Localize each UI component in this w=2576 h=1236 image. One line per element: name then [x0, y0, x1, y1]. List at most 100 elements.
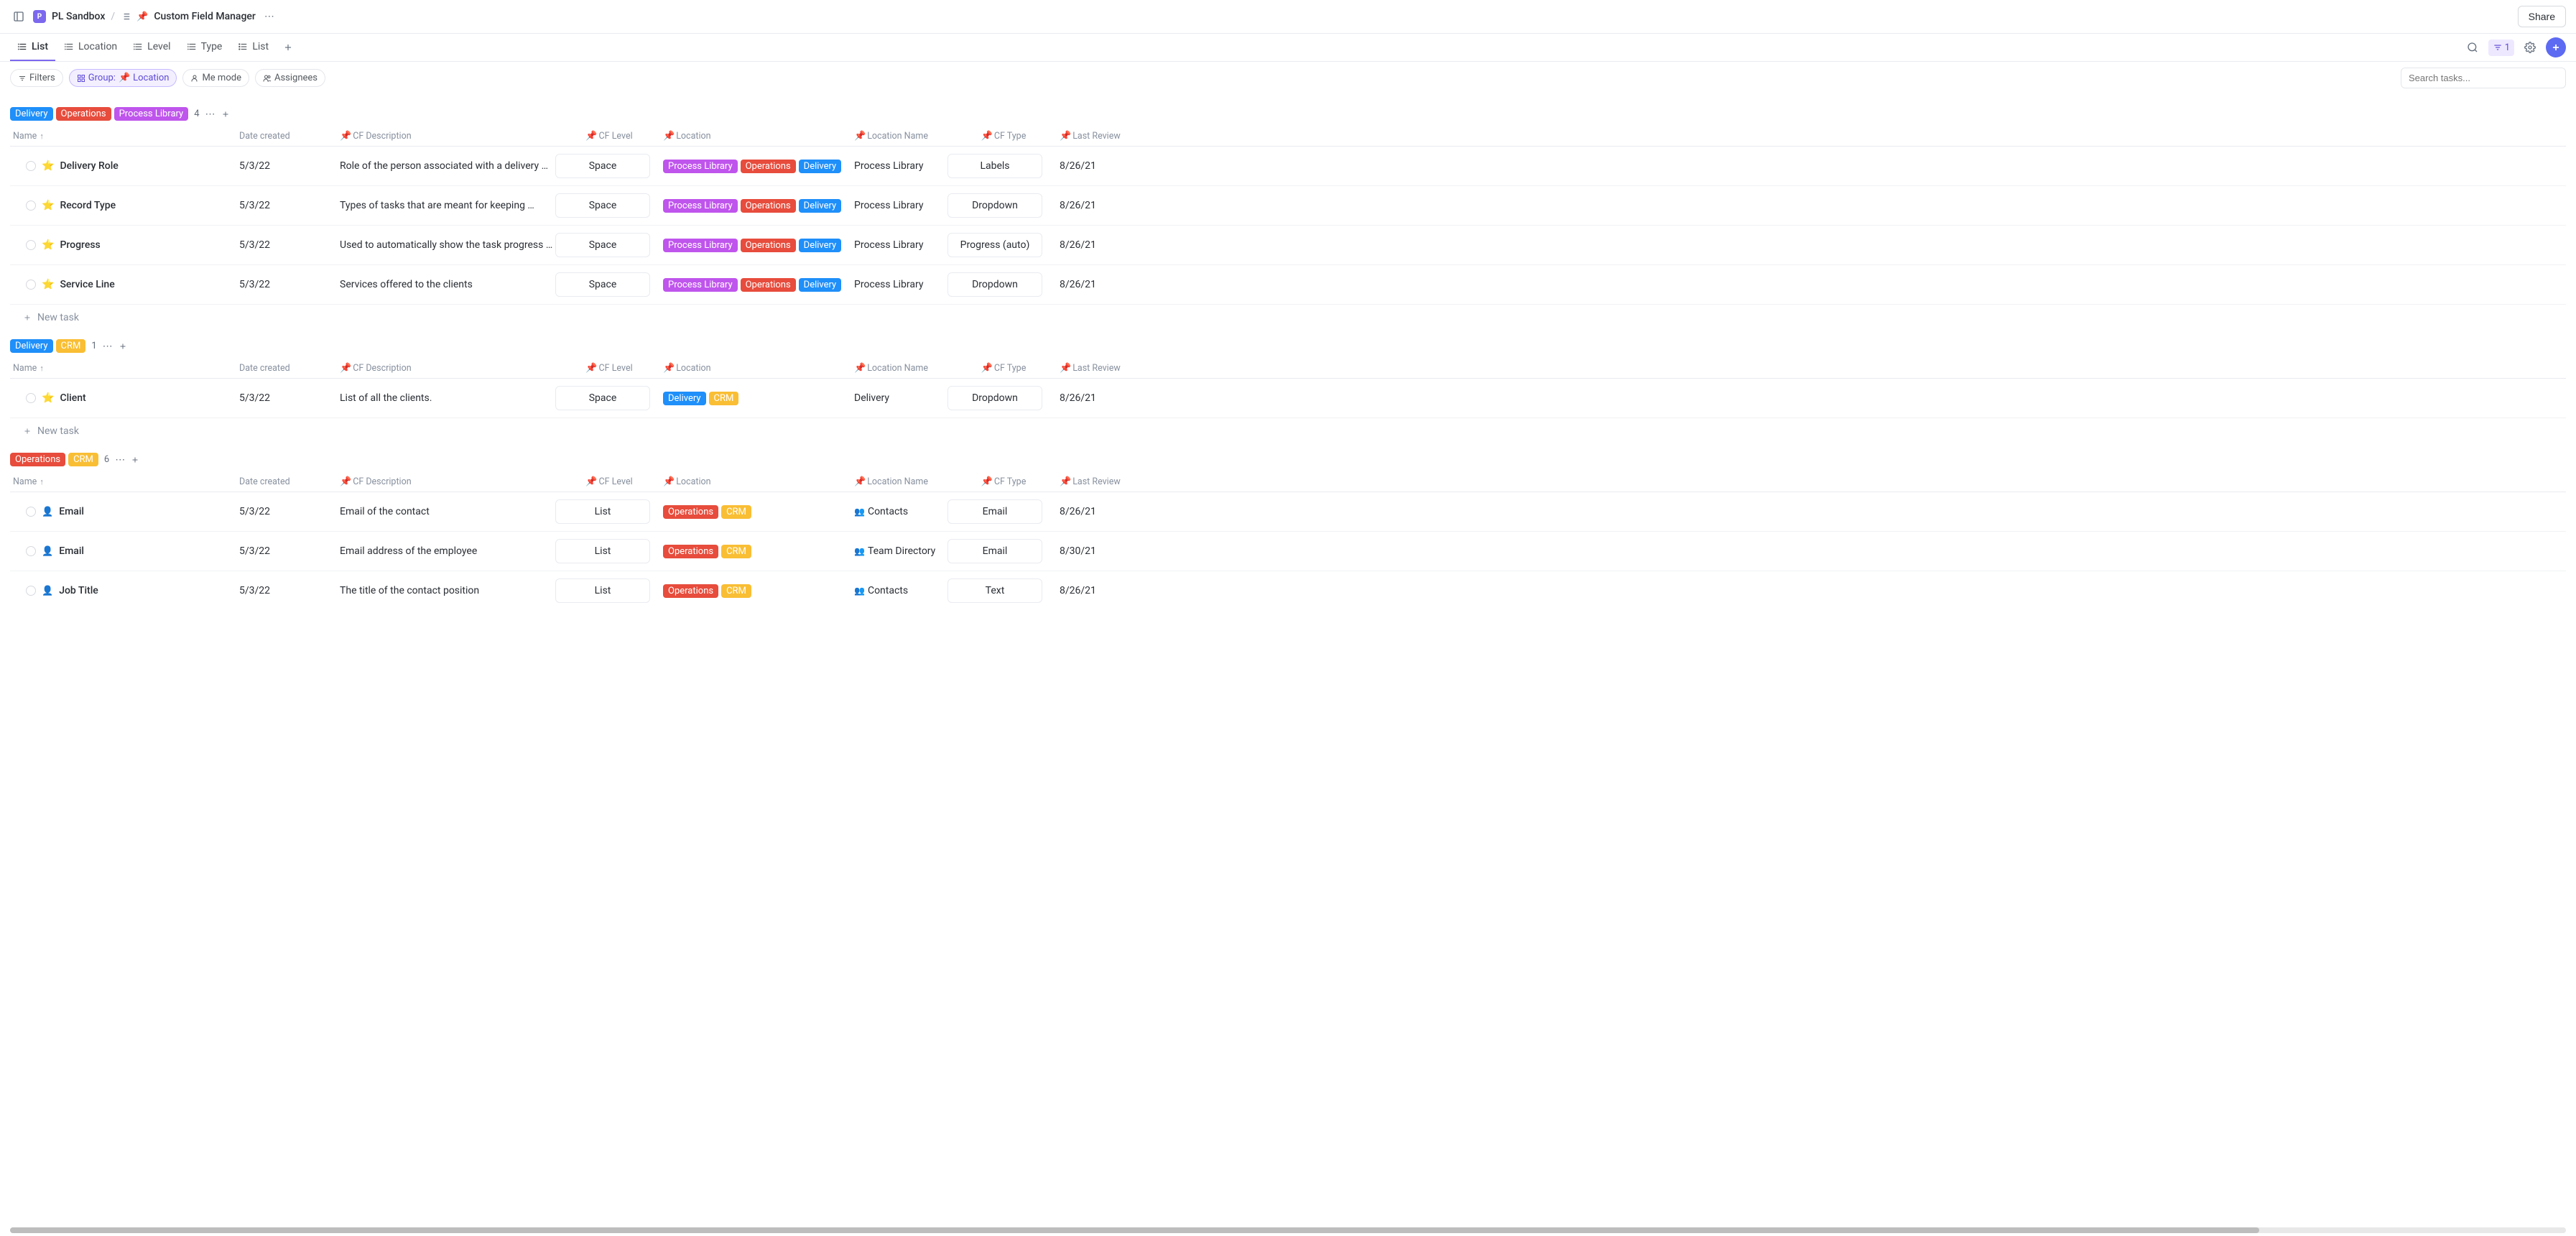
task-name[interactable]: Service Line — [60, 279, 114, 290]
tab-location[interactable]: Location — [57, 34, 124, 61]
cf-level-cell[interactable]: List — [555, 499, 663, 524]
new-task-button[interactable]: New task — [10, 418, 2566, 440]
cf-type-cell[interactable]: Dropdown — [948, 193, 1060, 218]
search-tasks-input[interactable] — [2401, 68, 2566, 88]
tab-type[interactable]: Type — [180, 34, 230, 61]
tag-operations[interactable]: Operations — [741, 160, 796, 173]
task-name[interactable]: Client — [60, 392, 85, 404]
scrollbar-thumb[interactable] — [10, 1227, 2259, 1233]
table-row[interactable]: 👤 Email 5/3/22 Email of the contact List… — [10, 492, 2566, 532]
group-chip[interactable]: Group: 📌 Location — [69, 69, 177, 87]
add-view-button[interactable] — [277, 40, 299, 55]
cf-type-cell[interactable]: Progress (auto) — [948, 233, 1060, 257]
cf-type-cell[interactable]: Dropdown — [948, 386, 1060, 410]
column-name[interactable]: Name ↑ — [13, 476, 239, 487]
cf-type-cell[interactable]: Email — [948, 499, 1060, 524]
table-row[interactable]: ⭐ Delivery Role 5/3/22 Role of the perso… — [10, 147, 2566, 186]
column-date-created[interactable]: Date created — [239, 363, 340, 374]
new-task-button[interactable]: New task — [10, 305, 2566, 326]
group-add-task-icon[interactable] — [221, 110, 230, 119]
group-add-task-icon[interactable] — [131, 456, 139, 464]
column-cf-level[interactable]: 📌CF Level — [555, 476, 663, 487]
location-cell[interactable]: OperationsCRM — [663, 584, 854, 598]
cf-level-cell[interactable]: Space — [555, 233, 663, 257]
status-circle[interactable] — [26, 240, 36, 250]
status-circle[interactable] — [26, 546, 36, 556]
share-button[interactable]: Share — [2518, 6, 2566, 27]
tag-delivery[interactable]: Delivery — [799, 278, 842, 292]
tag-delivery[interactable]: Delivery — [799, 199, 842, 213]
table-row[interactable]: 👤 Job Title 5/3/22 The title of the cont… — [10, 571, 2566, 610]
tag-operations[interactable]: Operations — [10, 453, 65, 466]
group-add-task-icon[interactable] — [119, 342, 127, 351]
tag-delivery[interactable]: Delivery — [799, 239, 842, 252]
search-icon[interactable] — [2463, 37, 2483, 57]
column-name[interactable]: Name ↑ — [13, 363, 239, 374]
column-cf-description[interactable]: 📌CF Description — [340, 131, 555, 142]
tag-delivery[interactable]: Delivery — [10, 339, 53, 353]
column-name[interactable]: Name ↑ — [13, 131, 239, 142]
list-title[interactable]: Custom Field Manager — [154, 11, 255, 22]
breadcrumb-more-icon[interactable]: ⋯ — [261, 11, 277, 22]
tag-operations[interactable]: Operations — [663, 584, 718, 598]
task-name[interactable]: Email — [59, 545, 84, 557]
column-location-name[interactable]: 📌Location Name — [854, 131, 948, 142]
filters-chip[interactable]: Filters — [10, 69, 63, 87]
tab-level[interactable]: Level — [126, 34, 177, 61]
task-name[interactable]: Job Title — [59, 585, 98, 596]
table-row[interactable]: ⭐ Service Line 5/3/22 Services offered t… — [10, 265, 2566, 305]
tag-operations[interactable]: Operations — [663, 545, 718, 558]
tag-operations[interactable]: Operations — [56, 107, 111, 121]
column-location[interactable]: 📌Location — [663, 131, 854, 142]
column-location-name[interactable]: 📌Location Name — [854, 363, 948, 374]
tab-list2[interactable]: List — [231, 34, 276, 61]
group-more-icon[interactable]: ⋯ — [115, 454, 125, 466]
filter-indicator-button[interactable]: 1 — [2488, 40, 2514, 56]
cf-type-cell[interactable]: Email — [948, 539, 1060, 563]
tag-delivery[interactable]: Delivery — [799, 160, 842, 173]
column-location-name[interactable]: 📌Location Name — [854, 476, 948, 487]
tag-crm[interactable]: CRM — [709, 392, 739, 405]
cf-level-cell[interactable]: List — [555, 539, 663, 563]
tag-crm[interactable]: CRM — [56, 339, 86, 353]
location-cell[interactable]: DeliveryCRM — [663, 392, 854, 405]
table-row[interactable]: ⭐ Client 5/3/22 List of all the clients.… — [10, 379, 2566, 418]
location-cell[interactable]: Process LibraryOperationsDelivery — [663, 199, 854, 213]
tag-operations[interactable]: Operations — [741, 239, 796, 252]
tag-crm[interactable]: CRM — [721, 545, 751, 558]
cf-level-cell[interactable]: List — [555, 578, 663, 603]
column-cf-type[interactable]: 📌CF Type — [948, 363, 1060, 374]
task-name[interactable]: Record Type — [60, 200, 116, 211]
horizontal-scrollbar[interactable] — [10, 1227, 2566, 1233]
task-name[interactable]: Email — [59, 506, 84, 517]
tag-operations[interactable]: Operations — [663, 505, 718, 519]
column-cf-type[interactable]: 📌CF Type — [948, 131, 1060, 142]
location-cell[interactable]: OperationsCRM — [663, 545, 854, 558]
sidebar-toggle-icon[interactable] — [10, 8, 27, 25]
tag-operations[interactable]: Operations — [741, 278, 796, 292]
column-date-created[interactable]: Date created — [239, 131, 340, 142]
column-last-review[interactable]: 📌Last Review — [1060, 476, 1124, 487]
settings-icon[interactable] — [2520, 37, 2540, 57]
status-circle[interactable] — [26, 161, 36, 171]
status-circle[interactable] — [26, 507, 36, 517]
location-cell[interactable]: Process LibraryOperationsDelivery — [663, 160, 854, 173]
column-cf-level[interactable]: 📌CF Level — [555, 131, 663, 142]
tag-delivery[interactable]: Delivery — [663, 392, 706, 405]
status-circle[interactable] — [26, 393, 36, 403]
location-cell[interactable]: Process LibraryOperationsDelivery — [663, 239, 854, 252]
cf-level-cell[interactable]: Space — [555, 193, 663, 218]
me-mode-chip[interactable]: Me mode — [182, 69, 249, 87]
table-row[interactable]: ⭐ Record Type 5/3/22 Types of tasks that… — [10, 186, 2566, 226]
status-circle[interactable] — [26, 280, 36, 290]
column-location[interactable]: 📌Location — [663, 363, 854, 374]
tag-crm[interactable]: CRM — [68, 453, 98, 466]
status-circle[interactable] — [26, 200, 36, 211]
tab-list[interactable]: List — [10, 34, 55, 61]
location-cell[interactable]: Process LibraryOperationsDelivery — [663, 278, 854, 292]
column-cf-description[interactable]: 📌CF Description — [340, 476, 555, 487]
column-last-review[interactable]: 📌Last Review — [1060, 363, 1124, 374]
workspace-name[interactable]: PL Sandbox — [52, 11, 105, 22]
group-more-icon[interactable]: ⋯ — [205, 109, 216, 120]
location-cell[interactable]: OperationsCRM — [663, 505, 854, 519]
